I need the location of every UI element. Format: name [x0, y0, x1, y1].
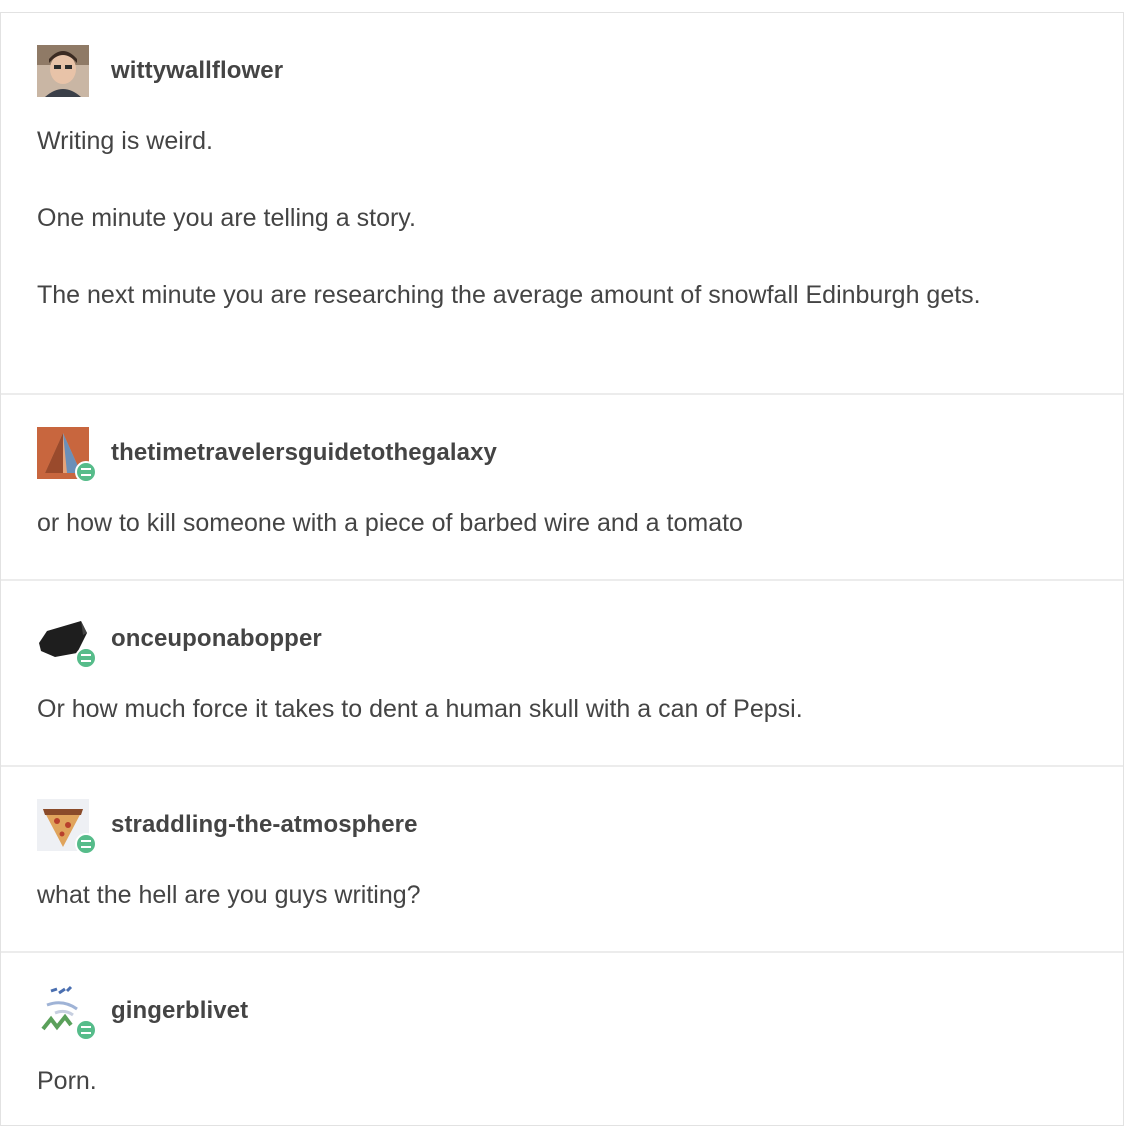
post-thetimetravelersguidetothegalaxy: thetimetravelersguidetothegalaxy or how … — [1, 395, 1123, 581]
post-wittywallflower: wittywallflower Writing is weird. One mi… — [1, 13, 1123, 395]
post-paragraph: Writing is weird. — [37, 127, 213, 155]
post-body: Porn. — [37, 1059, 1093, 1103]
post-straddling-the-atmosphere: straddling-the-atmosphere what the hell … — [1, 767, 1123, 953]
username[interactable]: gingerblivet — [111, 997, 248, 1025]
reblog-icon — [75, 461, 97, 483]
dark-shape-icon[interactable] — [37, 613, 97, 669]
reblog-thread: wittywallflower Writing is weird. One mi… — [0, 12, 1124, 1126]
username[interactable]: straddling-the-atmosphere — [111, 811, 418, 839]
post-header: onceuponabopper — [37, 611, 322, 669]
pizza-slice-icon[interactable] — [37, 799, 97, 855]
reblog-icon — [75, 833, 97, 855]
post-paragraph: One minute you are telling a story. — [37, 204, 416, 232]
post-header: gingerblivet — [37, 983, 248, 1041]
sketch-art-icon[interactable] — [37, 985, 97, 1041]
triangle-art-icon[interactable] — [37, 427, 97, 483]
post-paragraph: or how to kill someone with a piece of b… — [37, 509, 743, 537]
reblog-icon — [75, 647, 97, 669]
post-body: Writing is weird. One minute you are tel… — [37, 119, 1093, 317]
person-photo-icon[interactable] — [37, 45, 89, 97]
reblog-icon — [75, 1019, 97, 1041]
post-paragraph: The next minute you are researching the … — [37, 281, 981, 309]
post-paragraph: Or how much force it takes to dent a hum… — [37, 695, 803, 723]
post-header: wittywallflower — [37, 43, 283, 99]
post-header: straddling-the-atmosphere — [37, 797, 418, 855]
post-body: or how to kill someone with a piece of b… — [37, 501, 1093, 545]
post-onceuponabopper: onceuponabopper Or how much force it tak… — [1, 581, 1123, 767]
post-gingerblivet: gingerblivet Porn. — [1, 953, 1123, 1127]
post-body: what the hell are you guys writing? — [37, 873, 1093, 917]
post-body: Or how much force it takes to dent a hum… — [37, 687, 1093, 731]
username[interactable]: wittywallflower — [111, 57, 283, 85]
post-header: thetimetravelersguidetothegalaxy — [37, 425, 497, 483]
post-paragraph: Porn. — [37, 1067, 97, 1095]
username[interactable]: thetimetravelersguidetothegalaxy — [111, 439, 497, 467]
username[interactable]: onceuponabopper — [111, 625, 322, 653]
post-paragraph: what the hell are you guys writing? — [37, 881, 421, 909]
